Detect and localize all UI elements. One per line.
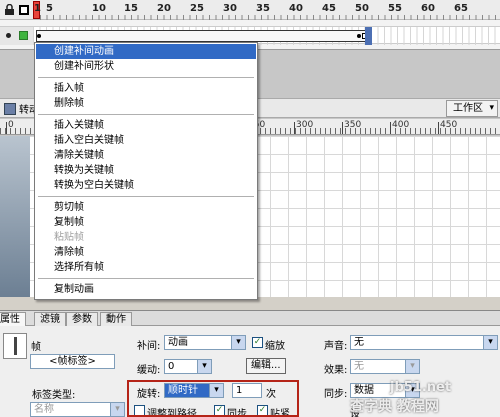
keyframe-start[interactable] (37, 34, 41, 38)
workspace-button[interactable]: 工作区 (446, 100, 498, 117)
label-type-select[interactable]: 名称 (30, 402, 125, 417)
lock-icon[interactable] (4, 3, 15, 15)
frame-number: 65 (454, 3, 468, 14)
ruler-number: 350 (344, 120, 362, 130)
frame-number: 50 (355, 3, 369, 14)
menu-item[interactable]: 插入空白关键帧 (36, 133, 256, 148)
layer-controls (0, 27, 33, 45)
effect-label: 效果: (324, 365, 348, 376)
frame-number: 55 (388, 3, 402, 14)
sync-label: 同步: (324, 389, 348, 400)
effect-select[interactable]: 无 (350, 359, 420, 374)
ruler-major-tick (294, 122, 295, 134)
scale-checkbox[interactable]: ✓ (252, 337, 263, 348)
timeline-header: 1 5 10 15 20 25 30 35 40 45 50 55 60 65 (0, 0, 500, 20)
tween-select[interactable]: 动画 (164, 335, 246, 350)
menu-separator (38, 196, 254, 197)
frame-number: 35 (256, 3, 270, 14)
ruler-major-tick (342, 122, 343, 134)
menu-item[interactable]: 删除帧 (36, 96, 256, 111)
ruler-major-tick (438, 122, 439, 134)
annotation-highlight (127, 380, 299, 417)
frame-number: 5 (46, 3, 53, 14)
tween-label: 补间: (137, 341, 161, 352)
menu-separator (38, 77, 254, 78)
frame-number: 15 (124, 3, 138, 14)
menu-separator (38, 278, 254, 279)
sound-label: 声音: (324, 341, 348, 352)
tab-actions[interactable]: 動作 (100, 312, 132, 326)
ruler-number: 450 (440, 120, 458, 130)
menu-item[interactable]: 清除帧 (36, 245, 256, 260)
tab-filters[interactable]: 滤镜 (34, 312, 66, 326)
layer-color-icon[interactable] (19, 31, 28, 40)
ease-label: 缓动: (137, 365, 161, 376)
menu-item[interactable]: 插入帧 (36, 81, 256, 96)
scene-icon (4, 102, 16, 115)
menu-item[interactable]: 剪切帧 (36, 200, 256, 215)
ruler-number: 0 (8, 120, 14, 130)
stage-image-fragment (0, 136, 30, 297)
ruler-number: 400 (392, 120, 410, 130)
watermark-site-name: 查字典 教程网 (350, 399, 439, 415)
visibility-dot-icon[interactable] (6, 33, 11, 38)
frame-number: 20 (157, 3, 171, 14)
frame-label: 帧 (31, 342, 41, 353)
keyframe-end[interactable] (357, 34, 361, 38)
frame-icon (3, 333, 27, 359)
frame-span[interactable] (36, 30, 366, 42)
menu-item: 粘贴帧 (54, 232, 84, 243)
watermark-site: jb51.net (390, 380, 452, 395)
frame-number: 1 (34, 3, 41, 14)
outline-toggle-icon[interactable] (19, 5, 29, 15)
menu-item[interactable]: 选择所有帧 (36, 260, 256, 275)
label-type-label: 标签类型: (32, 390, 76, 401)
properties-tabs: 属性 滤镜 参数 動作 (0, 311, 500, 326)
selected-frame[interactable] (365, 27, 372, 45)
ruler-major-tick (6, 122, 7, 134)
ease-input[interactable]: 0 (164, 359, 212, 374)
edit-button[interactable]: 编辑... (246, 358, 286, 374)
frame-number: 10 (92, 3, 106, 14)
menu-item[interactable]: 复制动画 (36, 282, 256, 297)
frame-number: 45 (322, 3, 336, 14)
menu-separator (38, 114, 254, 115)
menu-item[interactable]: 复制帧 (36, 215, 256, 230)
tab-properties[interactable]: 属性 (0, 312, 26, 326)
frame-number: 60 (421, 3, 435, 14)
frame-ticks (40, 15, 500, 20)
ruler-major-tick (390, 122, 391, 134)
frame-name-input[interactable]: <帧标签> (30, 354, 115, 369)
frame-context-menu: 创建补间动画 创建补间形状 插入帧 删除帧插入关键帧 插入空白关键帧 清除关键帧 转换为关键… (34, 42, 258, 300)
menu-item[interactable]: 插入关键帧 (36, 118, 256, 133)
frame-number: 25 (190, 3, 204, 14)
sound-select[interactable]: 无 (350, 335, 498, 350)
menu-item[interactable]: 转换为空白关键帧 (36, 178, 256, 193)
frame-number: 30 (223, 3, 237, 14)
ruler-number: 300 (296, 120, 314, 130)
frame-number: 40 (289, 3, 303, 14)
menu-item[interactable]: 创建补间形状 (36, 59, 256, 74)
menu-item[interactable]: 清除关键帧 (36, 148, 256, 163)
menu-item[interactable]: 转换为关键帧 (36, 163, 256, 178)
tab-parameters[interactable]: 参数 (66, 312, 98, 326)
menu-item[interactable]: 创建补间动画 (36, 44, 256, 59)
scale-label: 缩放 (265, 341, 285, 352)
